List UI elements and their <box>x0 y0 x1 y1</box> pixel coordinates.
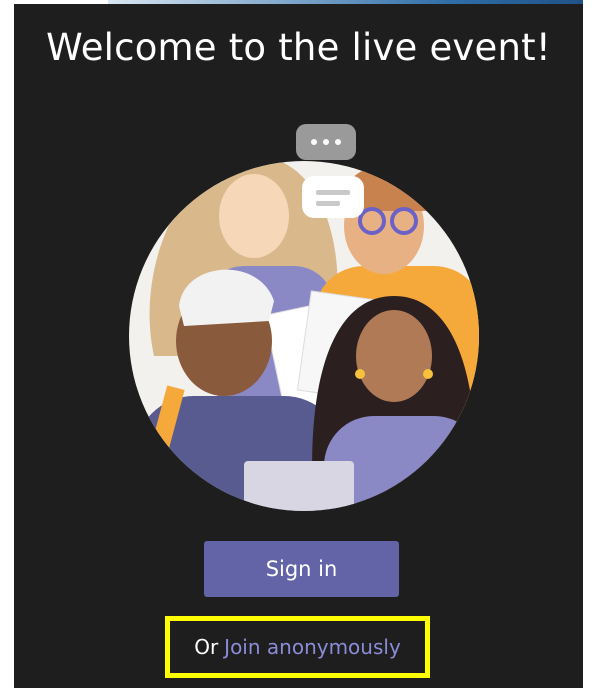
page-title: Welcome to the live event! <box>46 26 551 69</box>
sign-in-button[interactable]: Sign in <box>204 541 399 597</box>
left-edge <box>0 0 14 688</box>
laptop <box>244 461 354 511</box>
welcome-panel: Welcome to the live event! Sign in Or Jo… <box>14 4 583 688</box>
message-bubble-icon <box>302 176 364 218</box>
join-anonymously-link[interactable]: Join anonymously <box>224 635 401 659</box>
people-group-illustration <box>129 124 479 511</box>
join-anonymously-highlight: Or Join anonymously <box>165 616 430 678</box>
or-label: Or <box>194 635 219 659</box>
right-edge <box>583 0 596 688</box>
